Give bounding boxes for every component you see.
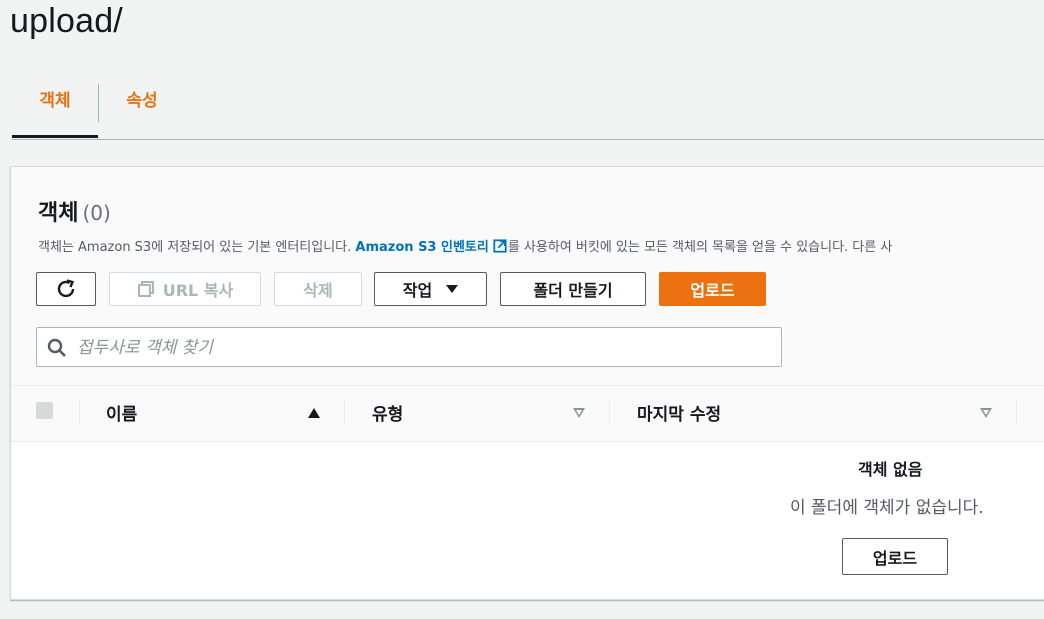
description-text-end: 를 사용하여 버킷에 있는 모든 객체의 목록을 얻을 수 있습니다. 다른 사 xyxy=(507,240,893,255)
copy-url-button[interactable]: URL 복사 xyxy=(109,272,261,306)
description-text: 객체는 Amazon S3에 저장되어 있는 기본 엔터티입니다. xyxy=(38,240,356,255)
object-count: (0) xyxy=(82,201,111,225)
copy-icon xyxy=(137,281,154,297)
tab-bar: 객체 속성 xyxy=(12,78,1044,140)
sort-icon[interactable] xyxy=(980,408,992,418)
column-divider xyxy=(1016,400,1017,426)
sort-ascending-icon[interactable] xyxy=(308,408,320,418)
panel-description: 객체는 Amazon S3에 저장되어 있는 기본 엔터티입니다. Amazon… xyxy=(38,236,892,255)
refresh-icon xyxy=(57,279,75,298)
column-divider xyxy=(344,400,345,426)
table-header: 이름 유형 마지막 수정 xyxy=(11,385,1044,442)
tab-objects[interactable]: 객체 xyxy=(12,78,98,138)
column-header-name[interactable]: 이름 xyxy=(106,400,137,425)
empty-state-title: 객체 없음 xyxy=(858,460,923,479)
create-folder-button[interactable]: 폴더 만들기 xyxy=(500,272,646,306)
panel-title-text: 객체 xyxy=(38,201,79,226)
empty-state-upload-button[interactable]: 업로드 xyxy=(842,538,948,575)
tab-underline xyxy=(12,139,1044,140)
tab-divider xyxy=(98,84,99,122)
column-header-last-modified[interactable]: 마지막 수정 xyxy=(637,400,721,425)
empty-state-description: 이 폴더에 객체가 없습니다. xyxy=(790,498,984,518)
caret-down-icon xyxy=(446,285,459,293)
refresh-button[interactable] xyxy=(36,272,96,306)
actions-dropdown[interactable]: 작업 xyxy=(374,272,487,306)
select-all-checkbox[interactable] xyxy=(36,402,53,419)
page-title: upload/ xyxy=(10,2,123,40)
copy-url-label: URL 복사 xyxy=(162,281,234,300)
search-box xyxy=(36,327,782,368)
sort-icon[interactable] xyxy=(573,408,585,418)
panel-title: 객체 (0) xyxy=(38,195,111,227)
column-divider xyxy=(79,400,80,426)
tab-properties[interactable]: 속성 xyxy=(112,78,172,138)
inventory-link[interactable]: Amazon S3 인벤토리 xyxy=(355,240,488,255)
actions-label: 작업 xyxy=(402,281,433,300)
external-link-icon[interactable] xyxy=(493,239,507,253)
delete-button[interactable]: 삭제 xyxy=(274,272,362,306)
objects-panel: 객체 (0) 객체는 Amazon S3에 저장되어 있는 기본 엔터티입니다. … xyxy=(10,166,1044,600)
column-divider xyxy=(609,400,610,426)
column-header-type[interactable]: 유형 xyxy=(372,400,403,425)
panel-header: 객체 (0) 객체는 Amazon S3에 저장되어 있는 기본 엔터티입니다. … xyxy=(11,167,1044,385)
search-icon xyxy=(47,338,66,357)
search-input[interactable] xyxy=(75,328,769,368)
upload-button[interactable]: 업로드 xyxy=(659,272,766,306)
